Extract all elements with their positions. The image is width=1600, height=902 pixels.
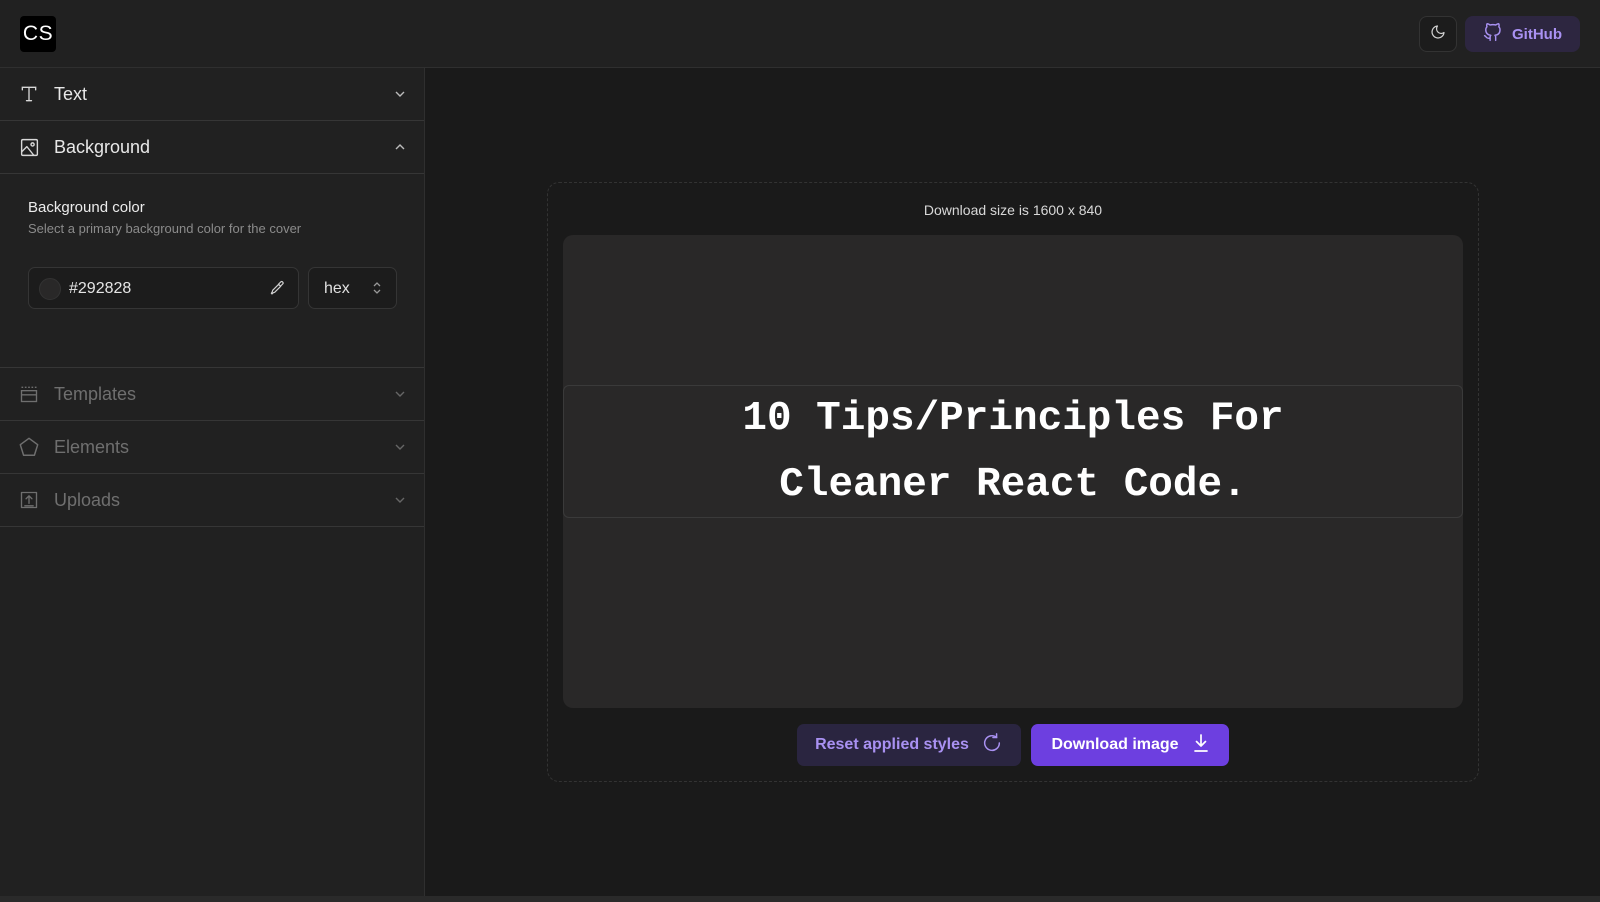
section-uploads-header[interactable]: Uploads (0, 474, 424, 527)
refresh-icon (981, 732, 1003, 759)
cover-title-line-2: Cleaner React Code. (779, 461, 1247, 508)
section-templates-header[interactable]: Templates (0, 368, 424, 421)
section-uploads-label: Uploads (54, 489, 121, 510)
pentagon-icon (18, 436, 40, 458)
eyedropper-icon[interactable] (270, 280, 286, 301)
reset-styles-button[interactable]: Reset applied styles (797, 724, 1021, 766)
bottom-edge (0, 896, 1600, 902)
image-icon (18, 136, 40, 158)
download-image-button[interactable]: Download image (1031, 724, 1229, 766)
chevron-down-icon (394, 493, 406, 511)
color-value: #292828 (69, 280, 132, 297)
chevron-updown-icon (372, 281, 382, 300)
chevron-down-icon (394, 387, 406, 405)
chevron-down-icon (394, 87, 406, 105)
cover-title-box[interactable]: 10 Tips/Principles For Cleaner React Cod… (563, 385, 1463, 518)
background-color-description: Select a primary background color for th… (28, 221, 302, 236)
text-icon (18, 83, 40, 105)
moon-icon (1430, 24, 1446, 45)
section-elements-header[interactable]: Elements (0, 421, 424, 474)
editor-card: Download size is 1600 x 840 10 Tips/Prin… (547, 182, 1479, 782)
section-templates-label: Templates (54, 383, 137, 404)
top-bar: CS GitHub (0, 0, 1600, 68)
app-logo[interactable]: CS (20, 16, 56, 52)
chevron-up-icon (394, 140, 406, 158)
color-format-value: hex (324, 280, 350, 297)
sidebar: Text Background Background color Select … (0, 68, 425, 896)
cover-preview[interactable]: 10 Tips/Principles For Cleaner React Cod… (563, 235, 1463, 708)
reset-label: Reset applied styles (815, 736, 969, 753)
github-label: GitHub (1512, 25, 1562, 43)
upload-icon (18, 489, 40, 511)
github-button[interactable]: GitHub (1465, 16, 1580, 52)
section-elements-label: Elements (54, 436, 130, 457)
section-text-label: Text (54, 83, 88, 104)
section-background-label: Background (54, 136, 151, 157)
background-color-title: Background color (28, 199, 145, 216)
template-icon (18, 383, 40, 405)
color-field[interactable]: #292828 (28, 267, 299, 309)
download-size-text: Download size is 1600 x 840 (923, 202, 1103, 218)
section-background-header[interactable]: Background (0, 121, 424, 174)
download-icon (1193, 733, 1209, 757)
color-format-select[interactable]: hex (308, 267, 397, 309)
background-panel: Background color Select a primary backgr… (0, 174, 424, 368)
github-icon (1483, 22, 1502, 46)
download-label: Download image (1051, 736, 1179, 753)
theme-toggle-button[interactable] (1419, 16, 1457, 52)
cover-title-line-1: 10 Tips/Principles For (742, 395, 1284, 442)
color-swatch[interactable] (39, 278, 61, 300)
chevron-down-icon (394, 440, 406, 458)
section-text-header[interactable]: Text (0, 68, 424, 121)
